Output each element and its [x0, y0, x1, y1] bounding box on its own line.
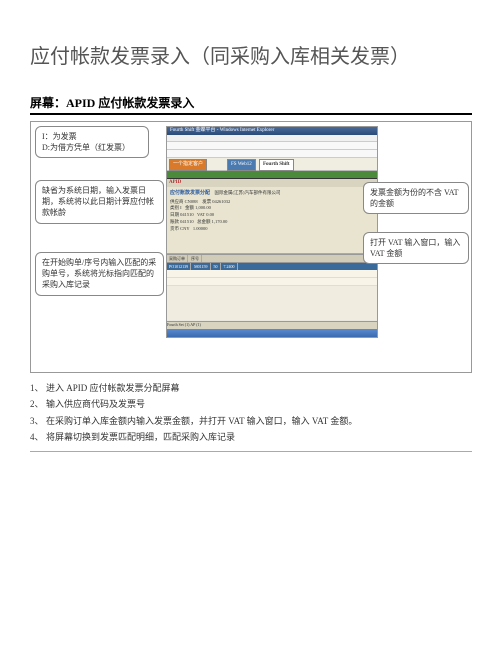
diagram-container: I：为发票 D:为借方凭单（红发票） 缺省为系统日期，输入发票日期，系统将以此日… [30, 121, 472, 373]
steps-list: 1、进入 APID 应付帐款发票分配屏幕 2、输入供应商代码及发票号 3、在采购… [30, 381, 472, 445]
step-1: 1、进入 APID 应付帐款发票分配屏幕 [30, 381, 472, 395]
col-po: 采购订单 [167, 255, 188, 262]
app-greenbar [167, 171, 377, 179]
label-total: 总金额 [197, 219, 211, 224]
label-invoice: 发票 [202, 199, 211, 204]
app-tabbar: 一个指定客户 FS Web12 Fourth Shift [167, 158, 377, 171]
qty-cell: 50 [212, 263, 221, 270]
rate-value: 1.00000 [193, 226, 208, 231]
currency-value: CNY [180, 226, 189, 231]
due-value[interactable]: 041510 [180, 219, 194, 224]
tab-fourthshift[interactable]: Fourth Shift [259, 159, 294, 171]
section-header: 屏幕：APID 应付帐款发票录入 [30, 94, 472, 115]
amount-value[interactable]: 1,000.00 [195, 205, 211, 210]
invoice-no[interactable]: 04261032 [212, 199, 230, 204]
browser-addressbar [167, 142, 377, 150]
callout-line: I：为发票 [42, 131, 142, 142]
step-4: 4、将屏幕切换到发票匹配明细，匹配采购入库记录 [30, 430, 472, 444]
callout-vat-window: 打开 VAT 输入窗口，输入 VAT 金额 [363, 232, 469, 264]
page-title: 应付帐款发票录入（同采购入库相关发票） [30, 40, 472, 69]
label-due: 账款 [170, 219, 179, 224]
label-type: 类别 [170, 205, 179, 210]
price-cell: 7.2400 [222, 263, 238, 270]
vendor-code[interactable]: CN088 [185, 199, 198, 204]
browser-menubar [167, 135, 377, 142]
total-value[interactable]: 1,170.00 [212, 219, 228, 224]
label-vat: VAT [197, 212, 205, 217]
statusbar: Fourth Set (1) AP (1) [167, 321, 377, 329]
po-cell: PO1012139 [167, 263, 191, 270]
callout-date: 缺省为系统日期，输入发票日期，系统将以此日期计算应付帐款帐龄 [35, 180, 164, 224]
app-screenshot: Fourth Shift 金蝶平台 - Windows Internet Exp… [166, 126, 378, 338]
label-vendor: 供应商 [170, 199, 184, 204]
label-date: 日期 [170, 212, 179, 217]
tab-orange[interactable]: 一个指定客户 [169, 159, 207, 171]
callout-po-match: 在开始购单/序号内输入匹配的采购单号，系统将光标指向匹配的采购入库记录 [35, 252, 164, 296]
grid-header: 采购订单 序号 [167, 255, 377, 263]
grid-row[interactable] [167, 270, 377, 278]
grid-selected-row[interactable]: PO1012139 M01159 50 7.2400 [167, 263, 377, 270]
windows-taskbar [167, 329, 377, 337]
form-header: 应付账款发票分配 国际金属(江苏)汽车部件有限公司 供应商 CN088 发票 0… [167, 187, 377, 254]
item-cell: M01159 [192, 263, 210, 270]
callout-amount-novat: 发票金额为份的不含 VAT 的金额 [363, 182, 469, 214]
app-toolbar: APID [167, 179, 377, 187]
step-3: 3、在采购订单入库金额内输入发票金额，并打开 VAT 输入窗口，输入 VAT 金… [30, 414, 472, 428]
step-2: 2、输入供应商代码及发票号 [30, 397, 472, 411]
divider [30, 451, 472, 452]
window-titlebar: Fourth Shift 金蝶平台 - Windows Internet Exp… [167, 127, 377, 135]
form-title: 应付账款发票分配 [170, 191, 210, 196]
callout-invoice-type: I：为发票 D:为借方凭单（红发票） [35, 126, 149, 158]
toolbar-apid: APID [169, 180, 181, 185]
grid-row[interactable] [167, 278, 377, 286]
vat-value[interactable]: 0.00 [206, 212, 214, 217]
type-code[interactable]: I [180, 205, 182, 210]
date-value[interactable]: 041510 [180, 212, 194, 217]
callout-line: D:为借方凭单（红发票） [42, 142, 142, 153]
col-seq: 序号 [189, 255, 202, 262]
company-name: 国际金属(江苏)汽车部件有限公司 [215, 190, 281, 195]
tab-blue[interactable]: FS Web12 [227, 159, 256, 171]
label-amount: 金额 [185, 205, 194, 210]
browser-toolbar [167, 150, 377, 158]
label-currency: 货币 [170, 226, 179, 231]
po-grid: 采购订单 序号 PO1012139 M01159 50 7.2400 [167, 254, 377, 320]
